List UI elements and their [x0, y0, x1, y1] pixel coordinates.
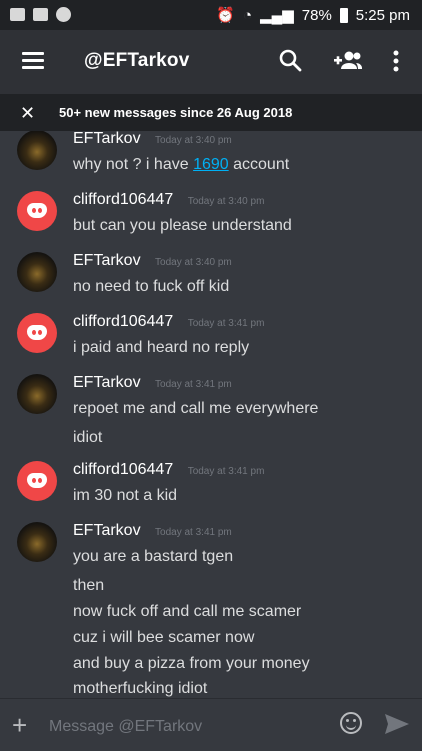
message-header: EFTarkov Today at 3:40 pm	[73, 131, 232, 148]
message-composer: +	[0, 698, 422, 751]
clock: 5:25 pm	[355, 6, 410, 24]
author-name[interactable]: EFTarkov	[73, 374, 141, 391]
new-messages-text: 50+ new messages since 26 Aug 2018	[59, 105, 293, 120]
discord-logo-icon	[27, 203, 47, 218]
message-timestamp: Today at 3:40 pm	[155, 257, 232, 268]
emoji-icon[interactable]	[340, 712, 362, 734]
message-text: motherfucking idiot	[73, 680, 208, 697]
message-text: now fuck off and call me scamer	[73, 603, 302, 620]
message-notification-icon	[10, 8, 25, 21]
alarm-icon: ⏰	[216, 7, 235, 24]
discord-logo-icon	[27, 473, 47, 488]
message-text: im 30 not a kid	[73, 487, 178, 504]
channel-title: @EFTarkov	[84, 50, 190, 71]
user-avatar[interactable]	[17, 313, 57, 353]
message-timestamp: Today at 3:41 pm	[187, 318, 265, 329]
message-text: why not ? i have 1690 account	[73, 156, 290, 173]
message-timestamp: Today at 3:41 pm	[155, 379, 232, 390]
battery-percent: 78%	[301, 6, 332, 24]
author-name[interactable]: EFTarkov	[73, 131, 141, 147]
discord-logo-icon	[27, 325, 47, 340]
system-indicators: ⏰ ◔ ▂▄▆ 78% 5:25 pm	[216, 6, 410, 25]
message-header: EFTarkov Today at 3:41 pm	[73, 522, 232, 540]
user-avatar[interactable]	[17, 252, 57, 292]
author-name[interactable]: EFTarkov	[73, 522, 141, 539]
facebook-notification-icon	[33, 8, 48, 21]
menu-icon[interactable]	[22, 52, 44, 70]
message-header: clifford106447 Today at 3:41 pm	[73, 313, 264, 331]
search-icon[interactable]	[278, 48, 304, 74]
message-timestamp: Today at 3:41 pm	[187, 466, 265, 477]
message-header: clifford106447 Today at 3:41 pm	[73, 461, 264, 479]
close-icon[interactable]: ✕	[20, 103, 35, 124]
notification-icons	[10, 7, 71, 22]
channel-header: @EFTarkov	[0, 30, 422, 94]
message-text: i paid and heard no reply	[73, 339, 250, 356]
add-attachment-icon[interactable]: +	[12, 710, 27, 741]
user-avatar[interactable]	[17, 374, 57, 414]
message-text: repoet me and call me everywhere	[73, 400, 319, 417]
message-text: idiot	[73, 429, 103, 446]
message-header: EFTarkov Today at 3:41 pm	[73, 374, 232, 392]
more-options-icon[interactable]	[386, 48, 406, 74]
message-header: clifford106447 Today at 3:40 pm	[73, 191, 264, 209]
user-avatar[interactable]	[17, 461, 57, 501]
author-name[interactable]: clifford106447	[73, 191, 173, 208]
new-messages-bar[interactable]: ✕ 50+ new messages since 26 Aug 2018	[0, 94, 422, 131]
author-name[interactable]: clifford106447	[73, 461, 173, 478]
user-avatar[interactable]	[17, 131, 57, 170]
message-timestamp: Today at 3:40 pm	[155, 135, 232, 146]
author-name[interactable]: clifford106447	[73, 313, 173, 330]
signal-icon: ▂▄▆	[260, 7, 294, 24]
message-header: EFTarkov Today at 3:40 pm	[73, 252, 232, 270]
user-avatar[interactable]	[17, 522, 57, 562]
message-input[interactable]	[47, 715, 321, 739]
wifi-icon: ◔	[243, 6, 253, 24]
message-timestamp: Today at 3:41 pm	[155, 527, 232, 538]
message-list[interactable]: EFTarkov Today at 3:40 pm why not ? i ha…	[0, 131, 422, 698]
add-friend-icon[interactable]	[332, 48, 364, 74]
message-timestamp: Today at 3:40 pm	[187, 196, 265, 207]
message-text: but can you please understand	[73, 217, 292, 234]
message-text: then	[73, 577, 105, 594]
message-text: and buy a pizza from your money	[73, 655, 310, 672]
battery-icon	[339, 7, 348, 23]
author-name[interactable]: EFTarkov	[73, 252, 141, 269]
send-icon[interactable]	[383, 712, 411, 736]
message-text: you are a bastard tgen	[73, 548, 234, 565]
user-avatar[interactable]	[17, 191, 57, 231]
status-bar: ⏰ ◔ ▂▄▆ 78% 5:25 pm	[0, 0, 422, 30]
message-text: cuz i will bee scamer now	[73, 629, 255, 646]
messenger-notification-icon	[56, 7, 71, 22]
message-link[interactable]: 1690	[193, 156, 229, 173]
message-text: no need to fuck off kid	[73, 278, 230, 295]
